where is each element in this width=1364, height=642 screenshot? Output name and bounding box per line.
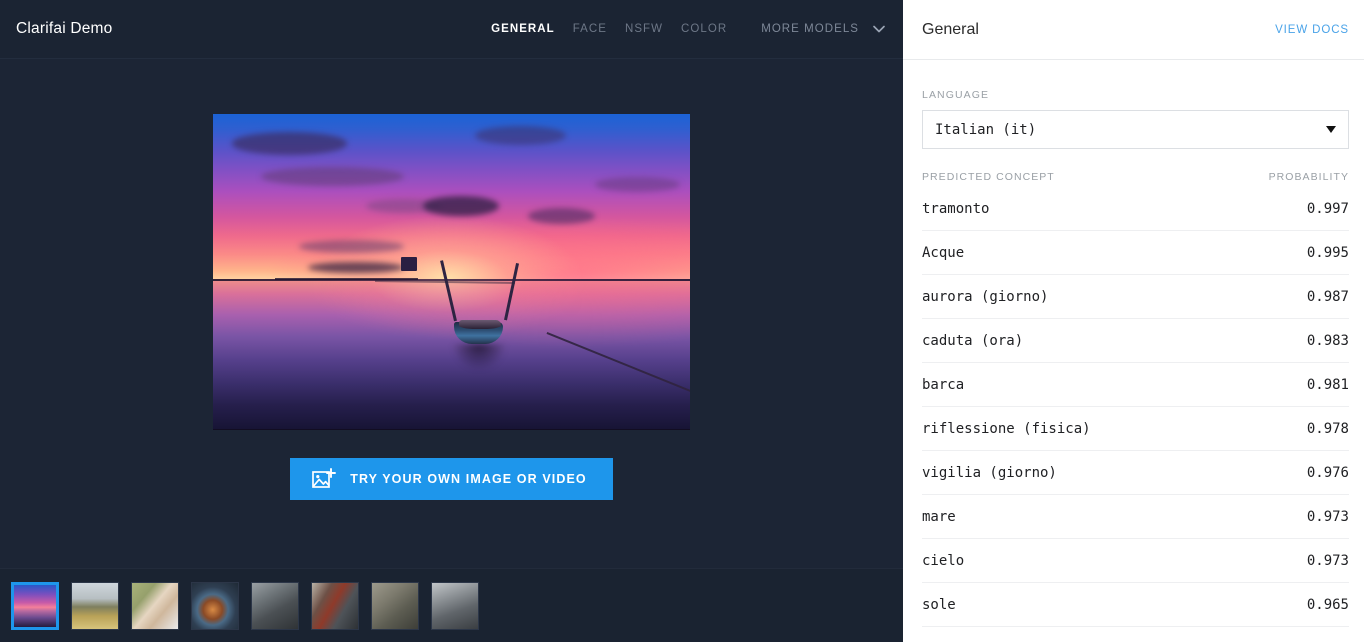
view-docs-link[interactable]: VIEW DOCS bbox=[1275, 24, 1349, 36]
cloud bbox=[308, 262, 404, 274]
image-boat-interior bbox=[459, 320, 502, 330]
tab-nsfw[interactable]: NSFW bbox=[625, 23, 663, 35]
thumbnail-street-scene[interactable] bbox=[311, 581, 359, 630]
concept-probability: 0.978 bbox=[1306, 420, 1349, 437]
concept-row[interactable]: caduta (ora) 0.983 bbox=[922, 319, 1349, 363]
clarifai-demo-app: Clarifai Demo GENERAL FACE NSFW COLOR MO… bbox=[0, 0, 1364, 642]
concept-row[interactable]: Acque 0.995 bbox=[922, 231, 1349, 275]
thumbnail-image bbox=[132, 582, 178, 629]
concept-name: riflessione (fisica) bbox=[922, 420, 1091, 437]
concept-name: aurora (giorno) bbox=[922, 288, 1049, 305]
more-models-dropdown[interactable]: MORE MODELS bbox=[761, 21, 887, 37]
concept-probability: 0.995 bbox=[1306, 244, 1349, 261]
concept-name: Acque bbox=[922, 244, 965, 261]
thumbnail-savanna-field[interactable] bbox=[71, 581, 119, 630]
results-header: General VIEW DOCS bbox=[903, 0, 1364, 60]
thumbnail-image bbox=[432, 582, 478, 629]
concept-row[interactable]: barca 0.981 bbox=[922, 363, 1349, 407]
results-body: LANGUAGE Italian (it) PREDICTED CONCEPT … bbox=[903, 60, 1364, 627]
thumbnail-food-plate[interactable] bbox=[191, 581, 239, 630]
thumbnail-image bbox=[72, 582, 118, 629]
language-select[interactable]: Italian (it) bbox=[922, 110, 1349, 149]
concept-row[interactable]: tramonto 0.997 bbox=[922, 187, 1349, 231]
cloud bbox=[475, 126, 566, 146]
thumbnail-cityscape[interactable] bbox=[431, 581, 479, 630]
concept-name: barca bbox=[922, 376, 965, 393]
concept-name: caduta (ora) bbox=[922, 332, 1024, 349]
model-tabs: GENERAL FACE NSFW COLOR MORE MODELS bbox=[491, 21, 887, 37]
cloud bbox=[422, 195, 500, 217]
thumbnail-portrait-woman[interactable] bbox=[131, 581, 179, 630]
concept-name: sole bbox=[922, 596, 956, 613]
try-your-own-image-label: TRY YOUR OWN IMAGE OR VIDEO bbox=[350, 471, 587, 486]
cloud bbox=[232, 132, 347, 155]
concept-probability: 0.983 bbox=[1306, 332, 1349, 349]
concept-probability: 0.973 bbox=[1306, 508, 1349, 525]
brand-title: Clarifai Demo bbox=[16, 20, 113, 37]
concept-table-header: PREDICTED CONCEPT PROBABILITY bbox=[922, 171, 1349, 183]
concept-list: tramonto 0.997 Acque 0.995 aurora (giorn… bbox=[922, 187, 1349, 627]
more-models-label: MORE MODELS bbox=[761, 23, 859, 35]
thumbnail-image bbox=[372, 582, 418, 629]
caret-down-icon bbox=[1326, 126, 1336, 133]
chevron-down-icon bbox=[873, 25, 885, 33]
tab-general[interactable]: GENERAL bbox=[491, 23, 555, 35]
add-image-icon bbox=[312, 467, 337, 488]
concept-probability: 0.987 bbox=[1306, 288, 1349, 305]
tab-color[interactable]: COLOR bbox=[681, 23, 727, 35]
concept-probability: 0.973 bbox=[1306, 552, 1349, 569]
thumbnail-image bbox=[252, 582, 298, 629]
cloud bbox=[527, 208, 595, 225]
thumbnail-strip bbox=[0, 568, 903, 642]
column-header-probability: PROBABILITY bbox=[1268, 171, 1349, 183]
tab-face[interactable]: FACE bbox=[573, 23, 607, 35]
concept-row[interactable]: vigilia (giorno) 0.976 bbox=[922, 451, 1349, 495]
thumbnail-aerial-landscape[interactable] bbox=[371, 581, 419, 630]
image-stage: TRY YOUR OWN IMAGE OR VIDEO bbox=[0, 59, 903, 568]
language-label: LANGUAGE bbox=[922, 89, 990, 101]
top-navbar: Clarifai Demo GENERAL FACE NSFW COLOR MO… bbox=[0, 0, 903, 59]
thumbnail-sunset-boat[interactable] bbox=[11, 581, 59, 630]
concept-row[interactable]: riflessione (fisica) 0.978 bbox=[922, 407, 1349, 451]
column-header-concept: PREDICTED CONCEPT bbox=[922, 171, 1055, 183]
thumbnail-image bbox=[312, 582, 358, 629]
concept-probability: 0.976 bbox=[1306, 464, 1349, 481]
concept-name: mare bbox=[922, 508, 956, 525]
cloud bbox=[298, 239, 404, 253]
thumbnail-crowd-grayscale[interactable] bbox=[251, 581, 299, 630]
image-boat-reflection bbox=[451, 344, 506, 371]
concept-name: cielo bbox=[922, 552, 965, 569]
concept-row[interactable]: cielo 0.973 bbox=[922, 539, 1349, 583]
concept-row[interactable]: aurora (giorno) 0.987 bbox=[922, 275, 1349, 319]
concept-probability: 0.997 bbox=[1306, 200, 1349, 217]
concept-row[interactable]: sole 0.965 bbox=[922, 583, 1349, 627]
concept-name: tramonto bbox=[922, 200, 990, 217]
concept-row[interactable]: mare 0.973 bbox=[922, 495, 1349, 539]
image-stilt-house bbox=[401, 257, 418, 272]
thumbnail-image bbox=[14, 584, 56, 627]
results-pane: General VIEW DOCS LANGUAGE Italian (it) … bbox=[903, 0, 1364, 642]
language-selected-value: Italian (it) bbox=[935, 121, 1037, 138]
results-title: General bbox=[922, 20, 979, 38]
concept-probability: 0.981 bbox=[1306, 376, 1349, 393]
main-preview-image bbox=[213, 113, 690, 430]
try-your-own-image-button[interactable]: TRY YOUR OWN IMAGE OR VIDEO bbox=[290, 457, 613, 500]
thumbnail-image bbox=[192, 582, 238, 629]
demo-pane: Clarifai Demo GENERAL FACE NSFW COLOR MO… bbox=[0, 0, 903, 642]
concept-name: vigilia (giorno) bbox=[922, 464, 1057, 481]
concept-probability: 0.965 bbox=[1306, 596, 1349, 613]
